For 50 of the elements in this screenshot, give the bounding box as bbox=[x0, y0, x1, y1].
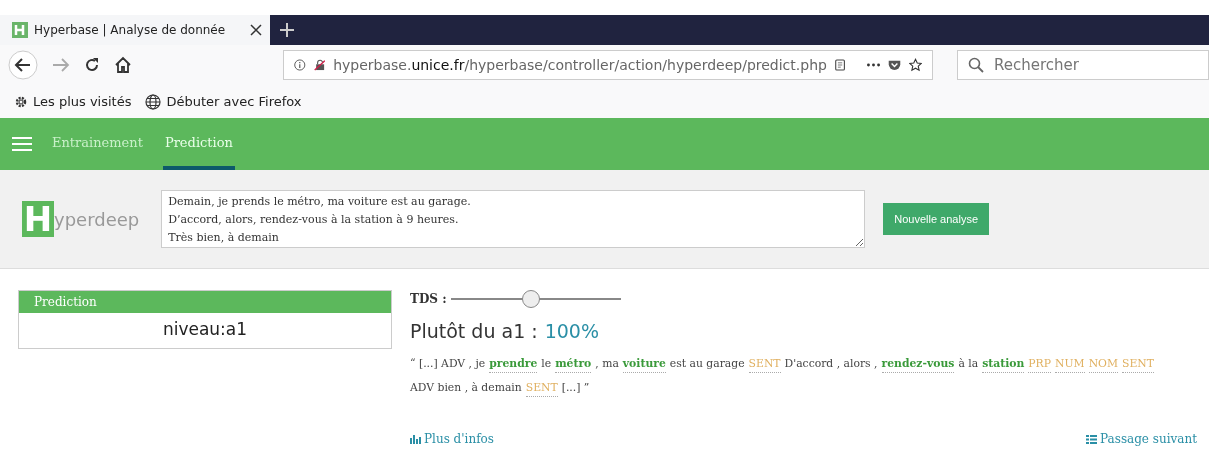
card-title: Prediction bbox=[19, 291, 391, 313]
bookmark-link[interactable]: Les plus visités bbox=[33, 94, 132, 109]
more-info-link[interactable]: Plus d'infos bbox=[410, 432, 494, 446]
star-icon[interactable] bbox=[909, 56, 922, 74]
score-value: 100% bbox=[544, 320, 599, 342]
passage-text: D'accord , alors , bbox=[784, 356, 878, 372]
close-icon[interactable] bbox=[250, 24, 262, 36]
passage-text: “ [...] ADV , je bbox=[410, 356, 486, 372]
insecure-lock-icon[interactable] bbox=[313, 57, 326, 73]
bookmark-link[interactable]: Débuter avec Firefox bbox=[166, 94, 302, 109]
tds-label: TDS : bbox=[410, 292, 447, 306]
passage-text: , ma bbox=[595, 356, 619, 372]
favicon-icon bbox=[12, 22, 28, 38]
pos-tag[interactable]: NUM bbox=[1055, 355, 1085, 373]
reader-view-icon[interactable] bbox=[834, 57, 845, 73]
result-headline: Plutôt du a1 : bbox=[410, 320, 538, 342]
pos-tag[interactable]: NOM bbox=[1088, 355, 1118, 373]
slider-thumb[interactable] bbox=[521, 290, 540, 308]
keyword[interactable]: rendez-vous bbox=[881, 355, 955, 373]
pos-tag[interactable]: PRP bbox=[1028, 355, 1051, 373]
passage-text: [...] ” bbox=[561, 380, 590, 396]
gear-icon bbox=[14, 94, 28, 109]
more-icon[interactable] bbox=[867, 63, 880, 67]
list-icon bbox=[1086, 434, 1098, 444]
info-icon[interactable] bbox=[294, 57, 306, 73]
keyword[interactable]: station bbox=[982, 355, 1025, 373]
passage-text: est au garage bbox=[669, 356, 745, 372]
passage-text: le bbox=[541, 356, 552, 372]
keyword[interactable]: métro bbox=[555, 355, 592, 373]
back-icon[interactable] bbox=[8, 50, 38, 80]
bar-chart-icon bbox=[410, 434, 421, 444]
address-bar[interactable]: hyperbase.unice.fr/hyperbase/controller/action/hyperdeep/predict.php bbox=[283, 50, 933, 80]
new-tab-icon[interactable] bbox=[280, 23, 294, 37]
pos-tag[interactable]: SENT bbox=[748, 355, 781, 373]
keyword[interactable]: prendre bbox=[489, 355, 538, 373]
passage-text: à la bbox=[958, 356, 979, 372]
home-icon[interactable] bbox=[114, 56, 132, 74]
pos-tag[interactable]: SENT bbox=[525, 379, 558, 397]
search-field[interactable]: Rechercher bbox=[957, 50, 1209, 80]
reload-icon[interactable] bbox=[84, 57, 100, 73]
prediction-value: niveau:a1 bbox=[161, 318, 249, 341]
globe-icon bbox=[145, 93, 162, 110]
next-passage-link[interactable]: Passage suivant bbox=[1086, 432, 1197, 446]
browser-tab[interactable]: Hyperbase | Analyse de donnée bbox=[0, 15, 270, 45]
text-input[interactable]: Demain, je prends le métro, ma voiture est au garage. D’accord, alors, rendez-vous à la station à 9 heures. Très bien, à demain bbox=[161, 190, 866, 248]
pos-tag[interactable]: SENT bbox=[1122, 355, 1154, 373]
keyword[interactable]: voiture bbox=[622, 355, 666, 373]
passage-text: ADV bien , à demain bbox=[410, 380, 522, 396]
analyze-button[interactable]: Nouvelle analyse bbox=[883, 203, 990, 235]
nav-tab[interactable]: Entrainement bbox=[50, 118, 145, 170]
